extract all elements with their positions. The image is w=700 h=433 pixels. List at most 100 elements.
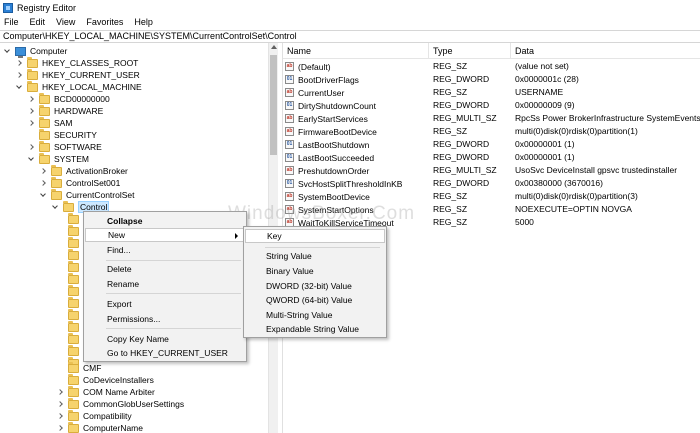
expand-chevron-icon[interactable] xyxy=(56,400,64,408)
tree-label: ComputerName xyxy=(83,423,143,433)
menu-edit[interactable]: Edit xyxy=(30,17,46,27)
tree-node-controlset001[interactable]: ControlSet001 xyxy=(39,176,121,189)
list-item[interactable]: 01 LastBootSucceeded REG_DWORD 0x00000001 (… xyxy=(283,151,700,164)
expand-chevron-icon[interactable] xyxy=(39,179,47,187)
expand-chevron-icon[interactable] xyxy=(56,388,64,396)
submenu-string-value[interactable]: String Value xyxy=(245,249,385,263)
menu-separator xyxy=(106,293,241,294)
tree-node-sam[interactable]: SAM xyxy=(27,116,72,129)
menu-copy-key-name[interactable]: Copy Key Name xyxy=(85,332,245,346)
list-item[interactable]: 01 BootDriverFlags REG_DWORD 0x0000001c (28… xyxy=(283,73,700,86)
menu-delete[interactable]: Delete xyxy=(85,262,245,276)
list-item[interactable]: 01 DirtyShutdownCount REG_DWORD 0x00000009 … xyxy=(283,99,700,112)
menu-rename[interactable]: Rename xyxy=(85,277,245,291)
expand-chevron-icon[interactable] xyxy=(27,107,35,115)
menu-goto-hkcu[interactable]: Go to HKEY_CURRENT_USER xyxy=(85,346,245,360)
expand-chevron-icon[interactable] xyxy=(56,364,64,372)
folder-icon xyxy=(68,249,79,260)
expand-chevron-icon[interactable] xyxy=(56,412,64,420)
expand-chevron-icon[interactable] xyxy=(27,143,35,151)
tree-node-com-name-arbiter[interactable]: COM Name Arbiter xyxy=(56,385,155,398)
expand-chevron-icon[interactable] xyxy=(56,376,64,384)
string-value-icon: ab xyxy=(285,127,294,136)
list-item[interactable]: ab PreshutdownOrder REG_MULTI_SZ UsoSvc Dev… xyxy=(283,164,700,177)
expand-chevron-icon[interactable] xyxy=(39,167,47,175)
collapse-chevron-icon[interactable] xyxy=(3,47,11,55)
scrollbar-thumb[interactable] xyxy=(270,55,277,155)
expand-chevron-icon[interactable] xyxy=(56,424,64,432)
value-name: PreshutdownOrder xyxy=(298,165,370,176)
tree-node-bcd[interactable]: BCD00000000 xyxy=(27,92,110,105)
collapse-chevron-icon[interactable] xyxy=(39,191,47,199)
tree-node-computername[interactable]: ComputerName xyxy=(56,421,143,433)
menu-find[interactable]: Find... xyxy=(85,243,245,257)
list-item[interactable]: ab (Default) REG_SZ (value not set) xyxy=(283,60,700,73)
submenu-expandable-string-value[interactable]: Expandable String Value xyxy=(245,322,385,336)
list-item[interactable]: ab SystemBootDevice REG_SZ multi(0)disk(0)r… xyxy=(283,190,700,203)
folder-icon xyxy=(39,128,50,140)
value-name: EarlyStartServices xyxy=(298,113,368,124)
tree-node-system[interactable]: SYSTEM xyxy=(27,152,89,165)
tree-node-software[interactable]: SOFTWARE xyxy=(27,140,102,153)
list-item[interactable]: 01 LastBootShutdown REG_DWORD 0x00000001 (1… xyxy=(283,138,700,151)
tree-label: ActivationBroker xyxy=(66,166,128,176)
tree-node-hkey-current-user[interactable]: HKEY_CURRENT_USER xyxy=(15,68,140,81)
menu-permissions[interactable]: Permissions... xyxy=(85,312,245,326)
menu-new[interactable]: New xyxy=(85,228,245,242)
tree-node-commonglobusersettings[interactable]: CommonGlobUserSettings xyxy=(56,397,184,410)
submenu-multi-string-value[interactable]: Multi-String Value xyxy=(245,308,385,322)
expand-chevron-icon[interactable] xyxy=(27,119,35,127)
expand-chevron-icon[interactable] xyxy=(27,131,35,139)
collapse-chevron-icon[interactable] xyxy=(51,203,59,211)
list-item[interactable]: ab SystemStartOptions REG_SZ NOEXECUTE=OPT… xyxy=(283,203,700,216)
column-header-type[interactable]: Type xyxy=(429,43,511,59)
collapse-chevron-icon[interactable] xyxy=(27,155,35,163)
list-item[interactable]: ab CurrentUser REG_SZ USERNAME xyxy=(283,86,700,99)
menu-separator xyxy=(106,260,241,261)
list-item[interactable]: 01 SvcHostSplitThresholdInKB REG_DWORD 0x00… xyxy=(283,177,700,190)
tree-node-activationbroker[interactable]: ActivationBroker xyxy=(39,164,128,177)
column-header-data[interactable]: Data xyxy=(511,43,700,59)
tree-node-cmf[interactable]: CMF xyxy=(56,361,101,374)
menu-favorites[interactable]: Favorites xyxy=(86,17,123,27)
list-item[interactable]: ab FirmwareBootDevice REG_SZ multi(0)disk(0… xyxy=(283,125,700,138)
submenu-arrow-icon xyxy=(235,233,238,239)
list-item[interactable]: ab EarlyStartServices REG_MULTI_SZ RpcSs Po… xyxy=(283,112,700,125)
address-bar[interactable]: Computer\HKEY_LOCAL_MACHINE\SYSTEM\Curre… xyxy=(0,30,700,43)
tree-node-codeviceinstallers[interactable]: CoDeviceInstallers xyxy=(56,373,154,386)
context-menu: Collapse New Find... Delete Rename Expor… xyxy=(83,211,247,362)
scroll-up-arrow-icon[interactable] xyxy=(271,45,277,49)
expand-chevron-icon[interactable] xyxy=(27,95,35,103)
value-type: REG_SZ xyxy=(433,61,468,71)
value-data: 0x00000001 (1) xyxy=(515,152,575,162)
folder-icon xyxy=(68,361,79,373)
menu-file[interactable]: File xyxy=(4,17,19,27)
submenu-qword-value[interactable]: QWORD (64-bit) Value xyxy=(245,293,385,307)
expand-chevron-icon[interactable] xyxy=(15,59,23,67)
tree-node-hardware[interactable]: HARDWARE xyxy=(27,104,103,117)
tree-node-compatibility[interactable]: Compatibility xyxy=(56,409,132,422)
string-value-icon: ab xyxy=(285,205,294,214)
tree-node-computer[interactable]: Computer xyxy=(3,45,67,58)
value-type: REG_DWORD xyxy=(433,100,490,110)
tree-node-currentcontrolset[interactable]: CurrentControlSet xyxy=(39,188,135,201)
menu-view[interactable]: View xyxy=(56,17,75,27)
submenu-binary-value[interactable]: Binary Value xyxy=(245,264,385,278)
column-header-name[interactable]: Name xyxy=(283,43,429,59)
tree-node-hkey-classes-root[interactable]: HKEY_CLASSES_ROOT xyxy=(15,56,138,69)
binary-value-icon: 01 xyxy=(285,179,294,188)
binary-value-icon: 01 xyxy=(285,140,294,149)
collapse-chevron-icon[interactable] xyxy=(15,83,23,91)
tree-label: ControlSet001 xyxy=(66,178,121,188)
menu-collapse[interactable]: Collapse xyxy=(85,214,245,228)
value-name: (Default) xyxy=(298,61,331,72)
tree-node-hkey-local-machine[interactable]: HKEY_LOCAL_MACHINE xyxy=(15,80,142,93)
tree-label: SYSTEM xyxy=(54,154,89,164)
menu-help[interactable]: Help xyxy=(134,17,153,27)
folder-icon xyxy=(68,321,79,332)
expand-chevron-icon[interactable] xyxy=(15,71,23,79)
menu-export[interactable]: Export xyxy=(85,297,245,311)
submenu-dword-value[interactable]: DWORD (32-bit) Value xyxy=(245,279,385,293)
submenu-key[interactable]: Key xyxy=(245,229,385,243)
tree-node-security[interactable]: SECURITY xyxy=(27,128,97,141)
